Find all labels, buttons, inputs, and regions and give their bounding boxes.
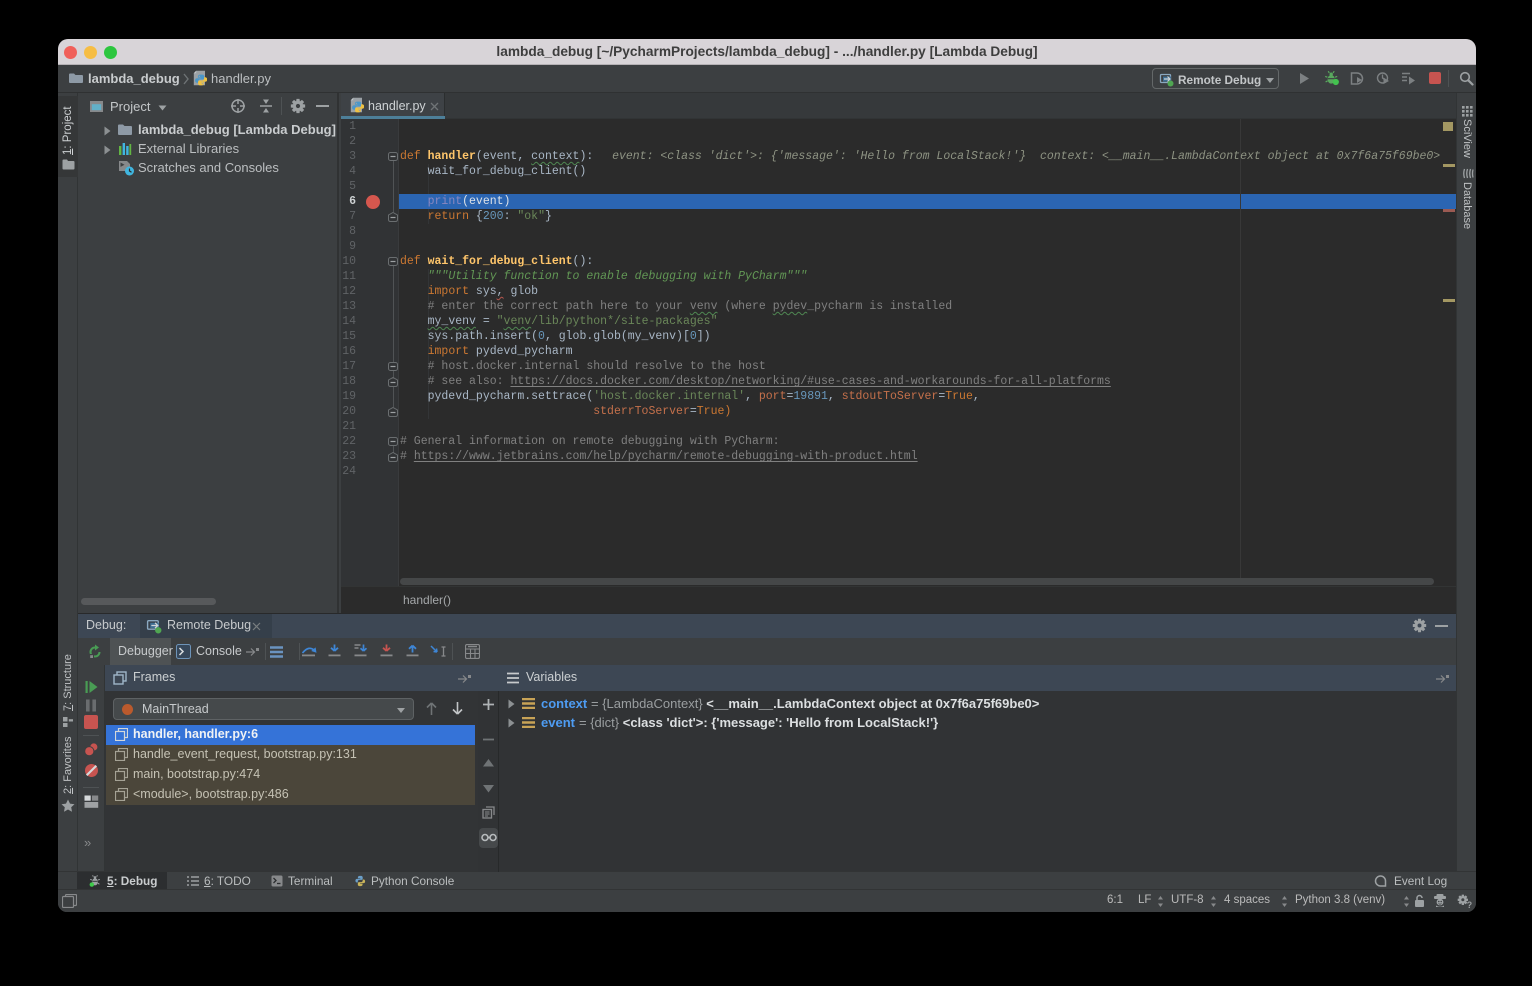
svg-text:?: ? xyxy=(1467,900,1472,909)
